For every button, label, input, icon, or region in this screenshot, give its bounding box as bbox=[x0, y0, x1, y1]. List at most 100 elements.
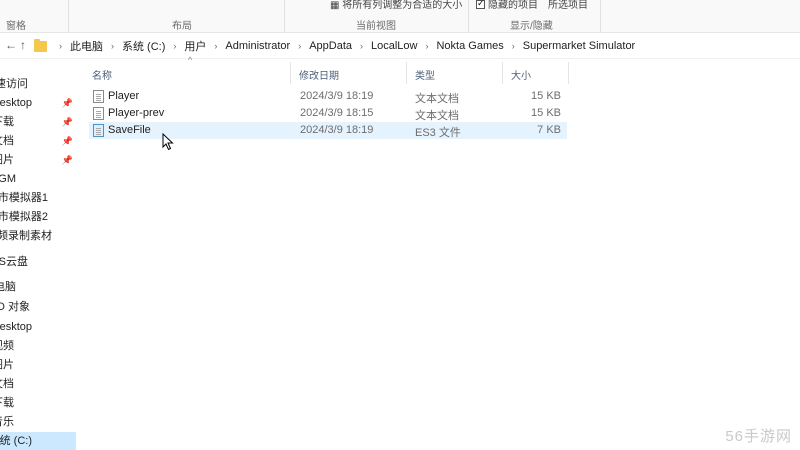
address-bar[interactable]: › 此电脑 › 系统 (C:) › 用户 › Administrator › A… bbox=[34, 36, 800, 56]
sidebar-item-quick-access[interactable]: 速访问 bbox=[0, 75, 76, 93]
breadcrumb-system-c[interactable]: 系统 (C:) bbox=[120, 38, 167, 54]
sidebar-item-label: 系统 (C:) bbox=[0, 435, 32, 447]
ribbon: ▦ 将所有列调整为合适的大小 隐藏的项目 所选项目 窗格 布局 当前视图 显示/… bbox=[0, 0, 800, 33]
file-date: 2024/3/9 18:19 bbox=[300, 90, 374, 102]
file-row-savefile[interactable]: SaveFile 2024/3/9 18:19 ES3 文件 7 KB bbox=[89, 122, 567, 139]
sidebar-item-supermarket-1[interactable]: 超市模拟器1 bbox=[0, 189, 76, 207]
sidebar-item-label: esktop bbox=[0, 97, 32, 109]
sidebar-item-documents-pc[interactable]: 文档 bbox=[0, 375, 76, 393]
sidebar-item-label: 电脑 bbox=[0, 281, 16, 293]
file-date: 2024/3/9 18:19 bbox=[300, 124, 374, 136]
es3-file-icon bbox=[93, 124, 104, 137]
column-divider[interactable] bbox=[290, 62, 291, 84]
breadcrumb-locallow[interactable]: LocalLow bbox=[369, 40, 419, 52]
file-name: Player-prev bbox=[108, 107, 165, 119]
file-size: 15 KB bbox=[531, 90, 561, 102]
navigation-pane: 速访问 esktop 📌 下载 📌 文档 📌 图片 📌 GM 超市模拟器1 超市模拟器2… bbox=[0, 59, 76, 450]
column-divider[interactable] bbox=[568, 62, 569, 84]
watermark: 56手游网 bbox=[725, 428, 792, 445]
breadcrumb-administrator[interactable]: Administrator bbox=[223, 40, 292, 52]
chevron-right-icon[interactable]: › bbox=[167, 41, 182, 51]
file-row-player-prev[interactable]: Player-prev 2024/3/9 18:15 文本文档 15 KB bbox=[89, 105, 567, 122]
sidebar-item-gm[interactable]: GM bbox=[0, 170, 76, 188]
pin-icon: 📌 bbox=[61, 98, 73, 108]
folder-icon bbox=[34, 38, 47, 52]
column-divider[interactable] bbox=[502, 62, 503, 84]
sidebar-item-downloads[interactable]: 下载 📌 bbox=[0, 113, 76, 131]
file-type: 文本文档 bbox=[415, 110, 459, 122]
column-divider[interactable] bbox=[406, 62, 407, 84]
sidebar-item-supermarket-2[interactable]: 超市模拟器2 bbox=[0, 208, 76, 226]
chevron-right-icon[interactable]: › bbox=[354, 41, 369, 51]
column-header-name[interactable]: 名称 bbox=[92, 67, 112, 82]
mouse-cursor-icon bbox=[162, 133, 174, 151]
ribbon-group-layout: 布局 bbox=[172, 21, 192, 32]
ribbon-divider bbox=[600, 0, 601, 32]
sidebar-item-label: D 对象 bbox=[0, 301, 30, 313]
sidebar-item-pictures[interactable]: 图片 📌 bbox=[0, 151, 76, 169]
sidebar-item-wps-cloud[interactable]: PS云盘 bbox=[0, 253, 76, 271]
text-file-icon bbox=[93, 107, 104, 120]
breadcrumb-nokta-games[interactable]: Nokta Games bbox=[434, 40, 505, 52]
hide-selected-label: 所选项目 bbox=[548, 0, 588, 11]
checkbox-checked-icon bbox=[476, 0, 485, 9]
size-columns-icon: ▦ bbox=[330, 0, 343, 11]
file-date: 2024/3/9 18:15 bbox=[300, 107, 374, 119]
file-type: ES3 文件 bbox=[415, 127, 461, 139]
sidebar-item-label: 下载 bbox=[0, 397, 14, 409]
sidebar-item-pictures-pc[interactable]: 图片 bbox=[0, 356, 76, 374]
size-all-columns-button[interactable]: ▦ 将所有列调整为合适的大小 bbox=[330, 0, 462, 11]
sidebar-item-documents[interactable]: 文档 📌 bbox=[0, 132, 76, 150]
sidebar-item-label: 超市模拟器1 bbox=[0, 192, 48, 204]
hidden-items-checkbox[interactable]: 隐藏的项目 bbox=[476, 0, 538, 11]
sidebar-item-label: 图片 bbox=[0, 154, 14, 166]
file-name: Player bbox=[108, 90, 140, 102]
size-all-columns-label: 将所有列调整为合适的大小 bbox=[342, 0, 463, 11]
chevron-right-icon[interactable]: › bbox=[208, 41, 223, 51]
sidebar-item-label: 音乐 bbox=[0, 416, 14, 428]
chevron-right-icon[interactable]: › bbox=[506, 41, 521, 51]
chevron-right-icon[interactable]: › bbox=[105, 41, 120, 51]
sidebar-item-video-assets[interactable]: 视频录制素材 bbox=[0, 227, 76, 245]
sidebar-item-system-c[interactable]: 系统 (C:) bbox=[0, 432, 76, 450]
chevron-right-icon[interactable]: › bbox=[419, 41, 434, 51]
breadcrumb-supermarket-simulator[interactable]: Supermarket Simulator bbox=[521, 40, 638, 52]
breadcrumb-appdata[interactable]: AppData bbox=[307, 40, 354, 52]
sidebar-item-this-pc[interactable]: 电脑 bbox=[0, 278, 76, 296]
sidebar-item-downloads-pc[interactable]: 下载 bbox=[0, 394, 76, 412]
sidebar-item-label: 下载 bbox=[0, 116, 14, 128]
hide-selected-button[interactable]: 所选项目 bbox=[548, 0, 588, 11]
breadcrumb-users[interactable]: 用户 bbox=[182, 38, 208, 54]
sidebar-item-videos[interactable]: 视频 bbox=[0, 337, 76, 355]
sidebar-item-label: esktop bbox=[0, 321, 32, 333]
file-list: ^ 名称 修改日期 类型 大小 Player 2024/3/9 18:19 文本… bbox=[84, 55, 800, 450]
sidebar-item-3d-objects[interactable]: D 对象 bbox=[0, 298, 76, 316]
ribbon-group-current-view: 当前视图 bbox=[356, 21, 396, 32]
file-type: 文本文档 bbox=[415, 93, 459, 105]
breadcrumb-this-pc[interactable]: 此电脑 bbox=[68, 38, 105, 54]
sidebar-item-label: 文档 bbox=[0, 378, 14, 390]
ribbon-group-pane: 窗格 bbox=[6, 21, 26, 32]
chevron-right-icon[interactable]: › bbox=[292, 41, 307, 51]
file-row-player[interactable]: Player 2024/3/9 18:19 文本文档 15 KB bbox=[89, 88, 567, 105]
ribbon-divider bbox=[68, 0, 69, 32]
sidebar-item-label: 超市模拟器2 bbox=[0, 211, 48, 223]
sidebar-item-music[interactable]: 音乐 bbox=[0, 413, 76, 431]
sidebar-item-desktop-pc[interactable]: esktop bbox=[0, 318, 76, 336]
pin-icon: 📌 bbox=[61, 117, 73, 127]
file-size: 15 KB bbox=[531, 107, 561, 119]
sidebar-item-desktop[interactable]: esktop 📌 bbox=[0, 94, 76, 112]
sidebar-item-label: 图片 bbox=[0, 359, 14, 371]
up-button[interactable]: ↑ bbox=[20, 38, 26, 52]
chevron-right-icon[interactable]: › bbox=[53, 41, 68, 51]
hidden-items-label: 隐藏的项目 bbox=[488, 0, 538, 11]
ribbon-divider bbox=[284, 0, 285, 32]
ribbon-top-strip: ▦ 将所有列调整为合适的大小 隐藏的项目 所选项目 bbox=[0, 0, 800, 12]
file-size: 7 KB bbox=[537, 124, 561, 136]
column-header-date[interactable]: 修改日期 bbox=[299, 67, 339, 82]
address-bar-row: ← ↑ › 此电脑 › 系统 (C:) › 用户 › Administrator… bbox=[0, 33, 800, 59]
back-button[interactable]: ← bbox=[5, 38, 17, 52]
column-header-size[interactable]: 大小 bbox=[511, 67, 531, 82]
column-header-type[interactable]: 类型 bbox=[415, 67, 435, 82]
pin-icon: 📌 bbox=[61, 136, 73, 146]
